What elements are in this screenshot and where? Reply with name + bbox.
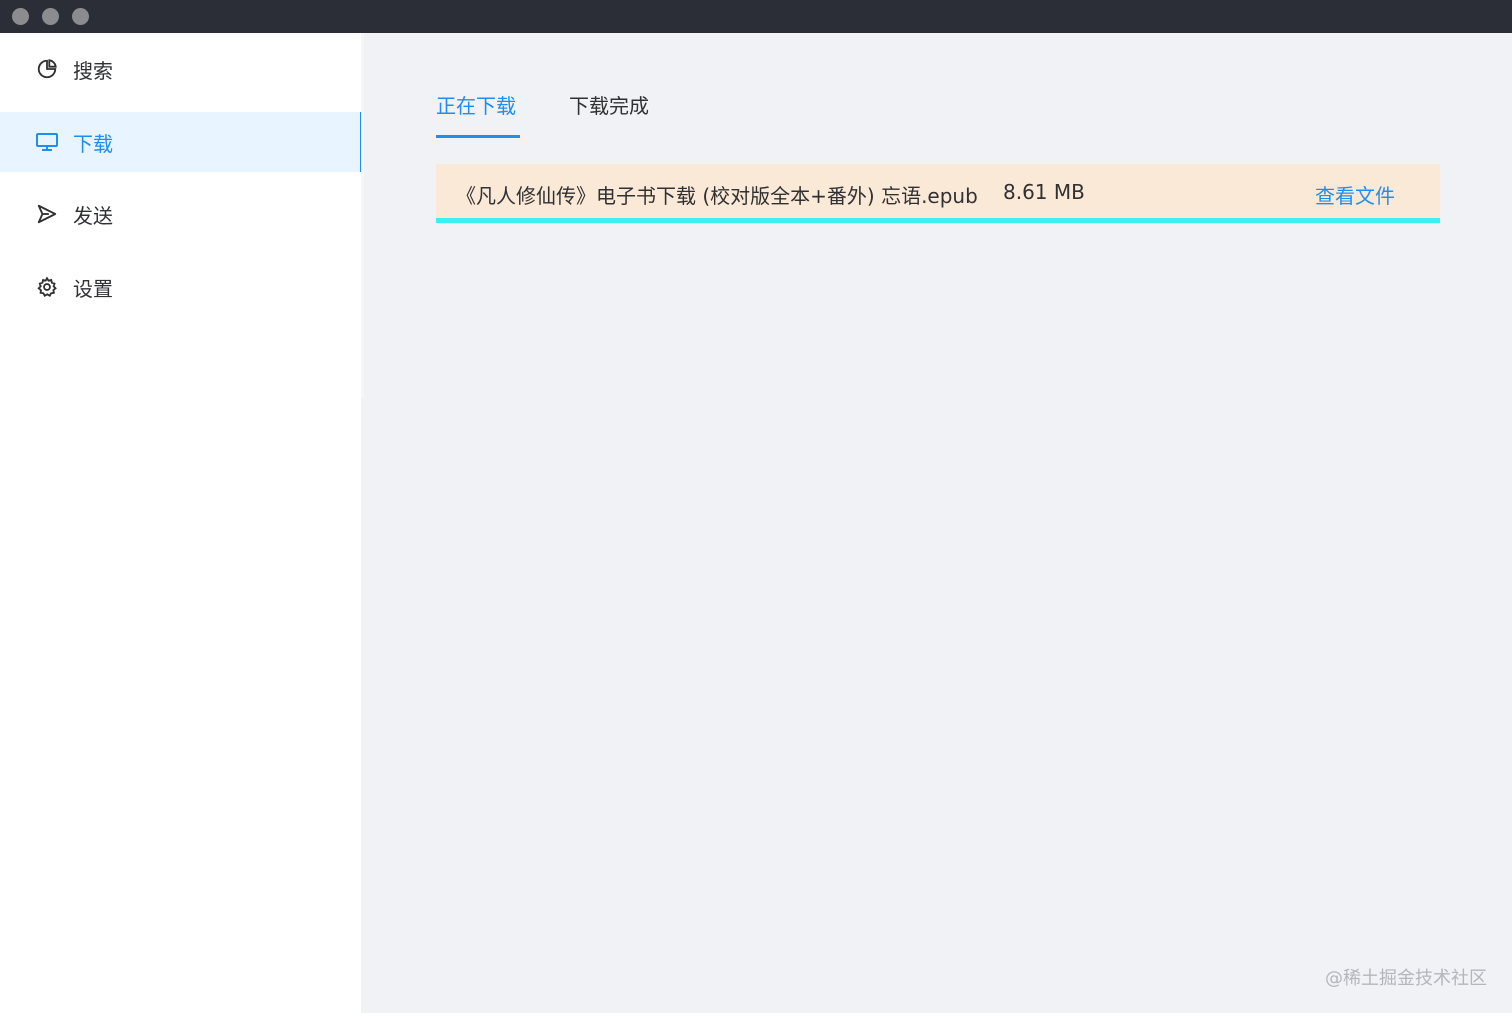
sidebar-item-label: 下载 bbox=[73, 131, 113, 156]
minimize-window-button[interactable] bbox=[42, 8, 59, 25]
sidebar-item-settings[interactable]: 设置 bbox=[0, 257, 361, 317]
sidebar-item-download[interactable]: 下载 bbox=[0, 112, 364, 172]
sidebar-item-label: 搜索 bbox=[73, 58, 113, 83]
download-progress-bar bbox=[436, 218, 1440, 223]
send-icon bbox=[35, 202, 59, 226]
watermark: @稀土掘金技术社区 bbox=[1325, 968, 1487, 989]
view-file-link[interactable]: 查看文件 bbox=[1315, 180, 1395, 209]
active-tab-underline bbox=[436, 135, 520, 138]
gear-icon bbox=[35, 275, 59, 299]
sidebar-divider bbox=[361, 33, 364, 398]
sidebar: 搜索 下载 发送 设置 bbox=[0, 33, 364, 1013]
close-window-button[interactable] bbox=[12, 8, 29, 25]
sidebar-item-label: 发送 bbox=[73, 203, 113, 228]
app-window: 搜索 下载 发送 设置 正在下载 下载完成 《凡人修仙传》电子书下载 (校对版全… bbox=[0, 0, 1512, 1013]
download-file-size: 8.61 MB bbox=[1003, 180, 1085, 204]
pie-chart-icon bbox=[35, 57, 59, 81]
monitor-icon bbox=[35, 130, 59, 154]
sidebar-item-send[interactable]: 发送 bbox=[0, 184, 361, 244]
sidebar-item-search[interactable]: 搜索 bbox=[0, 39, 361, 99]
sidebar-item-label: 设置 bbox=[73, 276, 113, 301]
tab-downloading[interactable]: 正在下载 bbox=[436, 90, 516, 119]
tab-completed[interactable]: 下载完成 bbox=[569, 90, 649, 119]
maximize-window-button[interactable] bbox=[72, 8, 89, 25]
title-bar bbox=[0, 0, 1512, 33]
download-file-name: 《凡人修仙传》电子书下载 (校对版全本+番外) 忘语.epub bbox=[456, 184, 978, 208]
